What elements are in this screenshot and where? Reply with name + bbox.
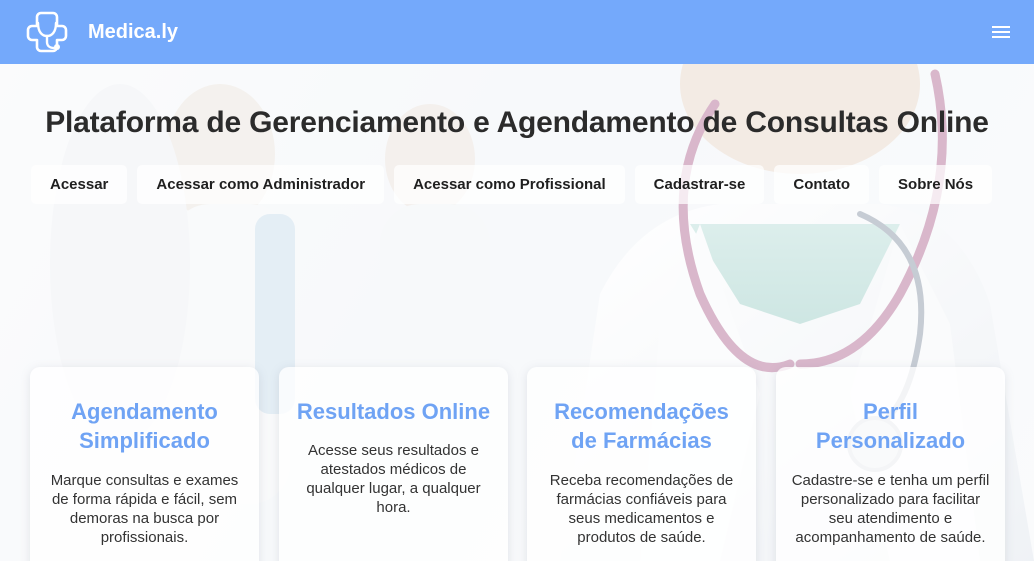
card-text-line: Marque consultas e exames <box>50 472 239 489</box>
card-text-line: Cadastre-se e tenha um perfil <box>791 472 990 489</box>
nav-link-acessar[interactable]: Acessar <box>31 165 128 204</box>
brand-link[interactable]: Medica.ly <box>24 9 178 55</box>
card-title-line: de Farmácias <box>571 428 712 453</box>
card-text-line: seu atendimento e <box>828 510 953 527</box>
nav-link-cadastrar[interactable]: Cadastrar-se <box>634 165 765 204</box>
nav-link-contato[interactable]: Contato <box>774 165 870 204</box>
card-title: Recomendações de Farmácias <box>539 397 744 455</box>
card-text-line: seus medicamentos e <box>568 510 715 527</box>
card-title-line: Agendamento <box>71 399 218 424</box>
feature-card-agendamento: Agendamento Simplificado Marque consulta… <box>30 367 259 561</box>
card-text-line: demoras na busca por <box>69 510 220 527</box>
card-text-line: qualquer lugar, a qualquer <box>306 480 481 497</box>
card-text-line: Receba recomendações de <box>549 472 734 489</box>
feature-card-farmacias: Recomendações de Farmácias Receba recome… <box>527 367 756 561</box>
card-title: Perfil Personalizado <box>788 397 993 455</box>
card-text-line: Acesse seus resultados e <box>308 442 479 459</box>
card-text-line: de forma rápida e fácil, sem <box>51 491 238 508</box>
card-description: Marque consultas e exames de forma rápid… <box>42 471 247 547</box>
brand-name: Medica.ly <box>88 20 179 43</box>
feature-card-perfil: Perfil Personalizado Cadastre-se e tenha… <box>776 367 1005 561</box>
card-title: Resultados Online <box>291 397 496 426</box>
main-navigation: Acessar Acessar como Administrador Acess… <box>31 165 993 204</box>
card-text-line: acompanhamento de saúde. <box>795 529 986 546</box>
card-title-line: Recomendações <box>554 399 729 424</box>
card-text-line: profissionais. <box>100 529 189 546</box>
nav-link-sobre-nos[interactable]: Sobre Nós <box>879 165 993 204</box>
card-description: Acesse seus resultados e atestados médic… <box>291 441 496 517</box>
card-text-line: hora. <box>376 499 411 516</box>
card-title: Agendamento Simplificado <box>42 397 247 455</box>
card-text-line: produtos de saúde. <box>577 529 706 546</box>
navbar: Medica.ly <box>0 0 1034 64</box>
card-text-line: atestados médicos de <box>320 461 467 478</box>
card-description: Receba recomendações de farmácias confiá… <box>539 471 744 547</box>
card-title-line: Simplificado <box>79 428 210 453</box>
nav-link-acessar-profissional[interactable]: Acessar como Profissional <box>394 165 625 204</box>
card-text-line: farmácias confiáveis para <box>556 491 727 508</box>
nav-link-acessar-administrador[interactable]: Acessar como Administrador <box>137 165 385 204</box>
hamburger-menu-icon[interactable] <box>990 23 1012 41</box>
card-title-line: Personalizado <box>815 428 966 453</box>
card-description: Cadastre-se e tenha um perfil personaliz… <box>788 471 993 547</box>
card-title-line: Resultados Online <box>296 399 491 424</box>
medical-cross-stethoscope-icon <box>26 11 68 53</box>
feature-card-resultados: Resultados Online Acesse seus resultados… <box>279 367 508 561</box>
card-text-line: personalizado para facilitar <box>800 491 981 508</box>
page-title: Plataforma de Gerenciamento e Agendament… <box>45 106 989 139</box>
card-title-line: Perfil <box>862 399 919 424</box>
